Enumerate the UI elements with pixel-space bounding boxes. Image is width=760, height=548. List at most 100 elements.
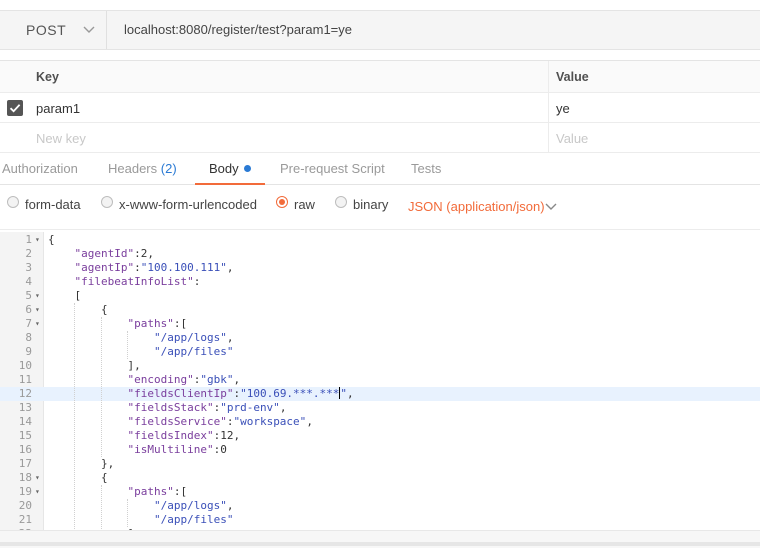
fold-toggle-icon[interactable]: ▾	[35, 485, 40, 499]
json-string: "prd-env"	[220, 401, 280, 414]
json-punctuation: {	[48, 233, 55, 246]
code-line[interactable]: 6 ▾ {	[0, 303, 760, 317]
tab-prerequest-script[interactable]: Pre-request Script	[280, 161, 385, 176]
code-line[interactable]: 2 "agentId":2,	[0, 247, 760, 261]
json-key: "filebeatInfoList"	[74, 275, 194, 288]
chevron-down-icon[interactable]	[544, 201, 558, 213]
form-data-label[interactable]: form-data	[25, 197, 81, 212]
code-line[interactable]: 4 "filebeatInfoList":	[0, 275, 760, 289]
code-text: "fieldsClientIp":"100.69.***.***",	[48, 387, 354, 401]
tab-headers[interactable]: Headers (2)	[108, 161, 177, 176]
raw-label[interactable]: raw	[294, 197, 315, 212]
fold-toggle-icon[interactable]: ▾	[35, 289, 40, 303]
code-text: "agentIp":"100.100.111",	[48, 261, 234, 275]
param-key[interactable]: param1	[36, 101, 80, 116]
json-punctuation	[48, 317, 127, 330]
code-editor[interactable]: 1 ▾{2 "agentId":2, 3 "agentIp":"100.100.11…	[0, 232, 760, 530]
code-line[interactable]: 20 "/app/logs",	[0, 499, 760, 513]
json-key: "fieldsClientIp"	[127, 387, 234, 400]
scrollbar-thumb[interactable]	[0, 542, 760, 546]
json-punctuation: ,	[226, 261, 234, 274]
line-number: 14	[18, 415, 32, 428]
urlencoded-radio[interactable]	[101, 196, 113, 208]
code-line[interactable]: 18 ▾ {	[0, 471, 760, 485]
code-line[interactable]: 7 ▾ "paths":[	[0, 317, 760, 331]
json-punctuation	[48, 429, 127, 442]
code-text: "fieldsStack":"prd-env",	[48, 401, 286, 415]
content-type-dropdown[interactable]: JSON (application/json)	[408, 199, 545, 214]
json-punctuation	[48, 443, 127, 456]
json-string: "/app/logs"	[153, 499, 227, 512]
tab-tests[interactable]: Tests	[411, 161, 441, 176]
column-divider	[548, 61, 549, 153]
code-text: "paths":[	[48, 317, 187, 331]
method-select[interactable]: POST	[0, 11, 107, 49]
code-line[interactable]: 10 ],	[0, 359, 760, 373]
code-line[interactable]: 11 "encoding":"gbk",	[0, 373, 760, 387]
code-line[interactable]: 17 },	[0, 457, 760, 471]
json-key: "agentId"	[74, 247, 135, 260]
fold-toggle-icon[interactable]: ▾	[35, 471, 40, 485]
line-number: 8	[25, 331, 32, 344]
json-string: "/app/files"	[153, 345, 234, 358]
tab-authorization[interactable]: Authorization	[2, 161, 78, 176]
horizontal-scrollbar[interactable]	[0, 530, 760, 548]
json-key: "fieldsService"	[127, 415, 227, 428]
headers-count-badge: (2)	[160, 161, 177, 176]
param-enabled-checkbox[interactable]	[7, 100, 23, 116]
line-number: 16	[18, 443, 32, 456]
param-value[interactable]: ye	[556, 101, 570, 116]
fold-toggle-icon[interactable]: ▾	[35, 233, 40, 247]
json-punctuation: {	[48, 471, 108, 484]
code-line[interactable]: 14 "fieldsService":"workspace",	[0, 415, 760, 429]
binary-label[interactable]: binary	[353, 197, 388, 212]
new-value-input[interactable]: Value	[556, 131, 588, 146]
top-spacer	[0, 0, 760, 10]
code-line[interactable]: 19 ▾ "paths":[	[0, 485, 760, 499]
tab-body[interactable]: Body	[209, 161, 251, 176]
new-key-input[interactable]: New key	[36, 131, 86, 146]
code-line[interactable]: 16 "isMultiline":0	[0, 443, 760, 457]
code-line[interactable]: 9 "/app/files"	[0, 345, 760, 359]
code-line[interactable]: 15 "fieldsIndex":12,	[0, 429, 760, 443]
code-line[interactable]: 5 ▾ [	[0, 289, 760, 303]
code-line[interactable]: 1 ▾ {	[0, 233, 760, 247]
binary-radio[interactable]	[335, 196, 347, 208]
code-text: "/app/files"	[48, 513, 233, 527]
modified-dot-icon	[243, 165, 251, 172]
fold-toggle-icon[interactable]: ▾	[35, 303, 40, 317]
code-line[interactable]: 8 "/app/logs",	[0, 331, 760, 345]
json-punctuation: :[	[173, 317, 188, 330]
fold-toggle-icon[interactable]: ▾	[35, 317, 40, 331]
line-number: 18	[18, 471, 32, 484]
raw-radio[interactable]	[276, 196, 288, 208]
code-text: {	[48, 233, 55, 247]
url-input[interactable]: localhost:8080/register/test?param1=ye	[124, 22, 352, 37]
urlencoded-label[interactable]: x-www-form-urlencoded	[119, 197, 257, 212]
indent-guide	[127, 499, 129, 527]
code-text: ],	[48, 359, 140, 373]
json-punctuation: ,	[226, 331, 234, 344]
code-line[interactable]: 13 "fieldsStack":"prd-env",	[0, 401, 760, 415]
tab-body-label: Body	[209, 161, 239, 176]
method-label: POST	[26, 22, 67, 38]
line-number: 13	[18, 401, 32, 414]
json-key: "fieldsStack"	[127, 401, 214, 414]
form-data-radio[interactable]	[7, 196, 19, 208]
json-punctuation: :	[134, 247, 141, 260]
code-line[interactable]: 21 "/app/files"	[0, 513, 760, 527]
code-text: "agentId":2,	[48, 247, 154, 261]
active-tab-indicator	[195, 183, 265, 185]
json-punctuation	[48, 401, 127, 414]
line-number: 20	[18, 499, 32, 512]
json-punctuation	[48, 261, 75, 274]
params-header-row: Key Value	[0, 61, 760, 93]
json-key: "paths"	[127, 485, 174, 498]
code-line[interactable]: 3 "agentIp":"100.100.111",	[0, 261, 760, 275]
line-number: 11	[18, 373, 32, 386]
line-number: 5	[25, 289, 32, 302]
json-punctuation: ,	[279, 401, 287, 414]
line-number: 9	[25, 345, 32, 358]
json-punctuation: ,	[226, 499, 234, 512]
code-line[interactable]: 12 "fieldsClientIp":"100.69.***.***",	[0, 387, 760, 401]
